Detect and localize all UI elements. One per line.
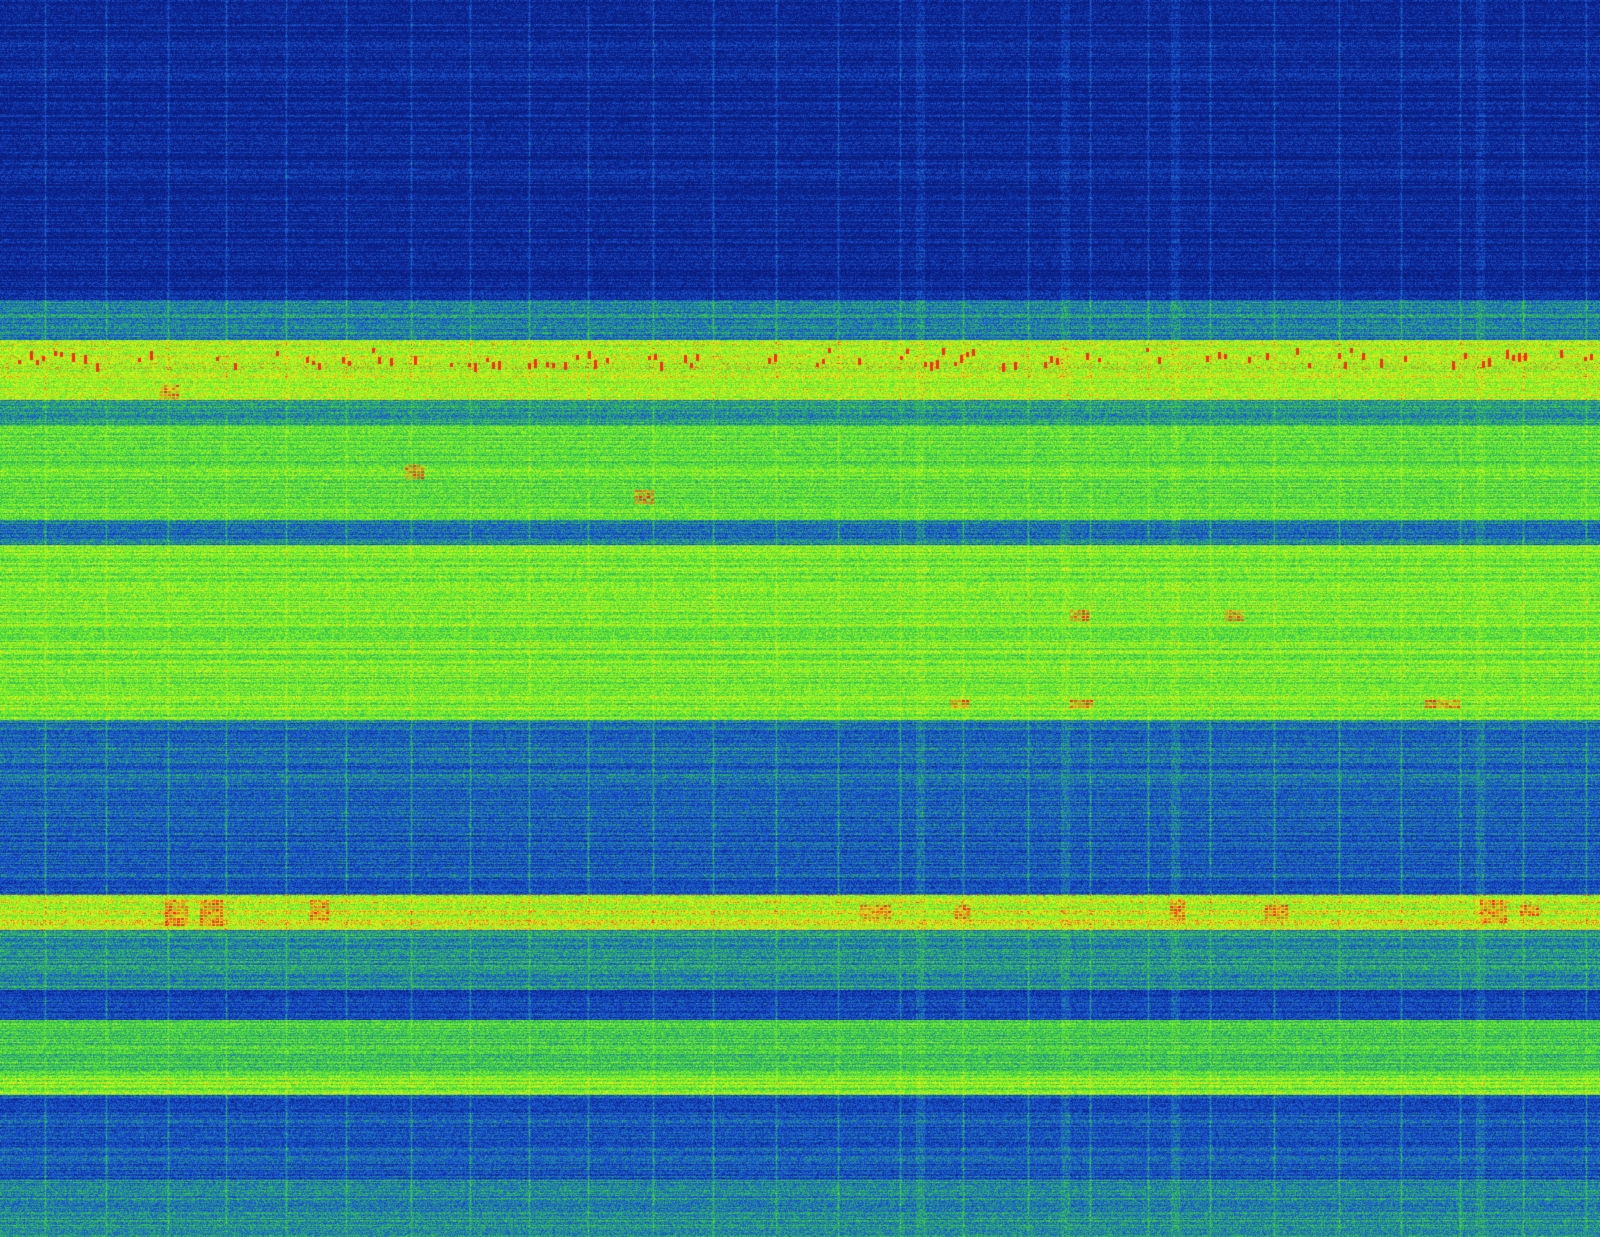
waterfall-canvas[interactable] bbox=[0, 0, 1600, 1237]
waterfall-display[interactable] bbox=[0, 0, 1600, 1237]
